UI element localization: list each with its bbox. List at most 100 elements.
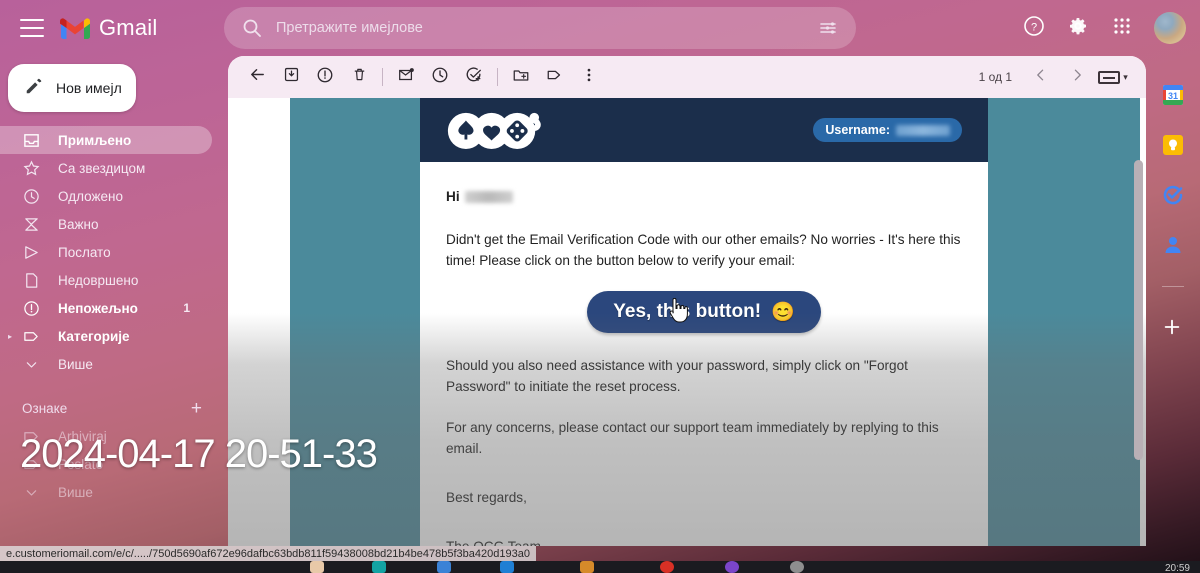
google-tasks-button[interactable] (1162, 184, 1184, 206)
sidebar-item-inbox[interactable]: Примљено (0, 126, 212, 154)
username-value-redacted (896, 124, 950, 136)
email-greeting: Hi (446, 186, 962, 207)
expand-caret-icon[interactable]: ▸ (8, 332, 12, 341)
compose-button[interactable]: Нов имејл (8, 64, 136, 112)
chevron-down-icon: ▾ (1123, 71, 1128, 82)
spam-icon (22, 299, 40, 317)
exclamation-circle-icon (316, 66, 334, 89)
taskbar-icon-files[interactable] (310, 561, 324, 573)
support-button[interactable]: ? (1016, 10, 1052, 46)
sidebar-item-label: Недовршено (58, 272, 139, 288)
keyboard-icon (1098, 70, 1121, 84)
username-label: Username: (825, 123, 890, 137)
sidebar-item-starred[interactable]: Са звездицом (0, 154, 212, 182)
folder-move-icon (512, 66, 530, 89)
label-item-poslato[interactable]: Poslato (0, 450, 212, 478)
sidebar-item-label: Непожељно (58, 300, 138, 316)
sidebar-item-more[interactable]: Више (0, 350, 212, 378)
mail-window: 1 од 1 ▾ Username: Hi Didn't get the Ema… (228, 56, 1146, 546)
keyboard-shortcuts-button[interactable]: ▾ (1096, 60, 1130, 94)
sidebar-item-label: Више (58, 356, 93, 372)
search-input[interactable] (276, 20, 818, 36)
hamburger-icon[interactable] (20, 19, 44, 37)
settings-button[interactable] (1060, 10, 1096, 46)
gmail-wordmark: Gmail (99, 15, 158, 40)
label-item-more[interactable]: Више (0, 478, 212, 506)
sidebar-item-label: Одложено (58, 188, 123, 204)
taskbar-icon-grey-app[interactable] (790, 561, 804, 573)
previous-page-button[interactable] (1024, 60, 1058, 94)
help-circle-icon: ? (1023, 15, 1045, 42)
tune-filter-icon[interactable] (818, 18, 838, 38)
email-card: Username: Hi Didn't get the Email Verifi… (420, 98, 988, 546)
archive-icon (283, 66, 300, 88)
mark-unread-button[interactable] (389, 60, 423, 94)
sidebar-item-categories[interactable]: ▸ Категорије (0, 322, 212, 350)
sidebar-item-important[interactable]: Важно (0, 210, 212, 238)
trash-icon (351, 66, 368, 88)
more-button[interactable] (572, 60, 606, 94)
email-backdrop-left (290, 98, 420, 546)
search-bar[interactable] (224, 7, 856, 49)
google-contacts-button[interactable] (1162, 234, 1184, 256)
clock-icon (431, 66, 449, 89)
pagination-count: 1 од 1 (978, 70, 1012, 84)
sidebar-item-sent[interactable]: Послато (0, 238, 212, 266)
back-button[interactable] (240, 60, 274, 94)
more-vertical-icon (580, 66, 598, 89)
taskbar-icon-orange-app[interactable] (580, 561, 594, 573)
google-calendar-button[interactable]: 31 (1162, 84, 1184, 106)
cta-wrapper: Yes, this button! 😊 (446, 291, 962, 333)
add-to-tasks-button[interactable] (457, 60, 491, 94)
move-to-button[interactable] (504, 60, 538, 94)
google-keep-button[interactable] (1162, 134, 1184, 156)
pencil-icon (24, 76, 44, 101)
draft-icon (22, 271, 40, 289)
sidebar-item-snoozed[interactable]: Одложено (0, 182, 212, 210)
report-spam-button[interactable] (308, 60, 342, 94)
taskbar-icon-teal-app[interactable] (372, 561, 386, 573)
account-avatar[interactable] (1154, 12, 1186, 44)
verify-email-button[interactable]: Yes, this button! 😊 (587, 291, 821, 333)
next-page-button[interactable] (1060, 60, 1094, 94)
chevron-down-icon (22, 483, 40, 501)
sidebar-item-drafts[interactable]: Недовршено (0, 266, 212, 294)
taskbar-icon-chrome[interactable] (660, 561, 674, 573)
system-clock: 20:59 (1164, 563, 1190, 573)
sidebar-nav: Примљено Са звездицом Одложено Важно Пос… (0, 126, 224, 378)
snooze-button[interactable] (423, 60, 457, 94)
email-brand-header: Username: (420, 98, 988, 162)
inbox-icon (22, 131, 40, 149)
apps-button[interactable] (1104, 10, 1140, 46)
labels-button[interactable] (538, 60, 572, 94)
label-item-label: Arhiviraj (58, 428, 107, 444)
email-content: Hi Didn't get the Email Verification Cod… (420, 162, 988, 546)
taskbar-icon-blue-app[interactable] (437, 561, 451, 573)
gmail-logo[interactable]: Gmail (60, 15, 157, 41)
chevron-right-icon (1069, 67, 1085, 88)
cta-label: Yes, this button! (613, 301, 762, 322)
add-app-button[interactable] (1162, 317, 1184, 339)
label-item-label: Poslato (58, 456, 104, 472)
sidebar: Нов имејл Примљено Са звездицом Одложено… (0, 56, 224, 546)
greeting-name-redacted (464, 190, 513, 203)
important-icon (22, 215, 40, 233)
create-label-button[interactable]: + (191, 399, 202, 418)
label-item-arhiviraj[interactable]: Arhiviraj (0, 422, 212, 450)
labels-list: Arhiviraj Poslato Више (0, 422, 224, 506)
sidebar-item-label: Са звездицом (58, 160, 146, 176)
os-taskbar: 20:59 (0, 561, 1200, 573)
toolbar-divider (497, 68, 498, 86)
mail-scrollbar[interactable] (1134, 160, 1143, 460)
greeting-prefix: Hi (446, 189, 460, 204)
username-pill: Username: (813, 118, 962, 142)
toolbar-divider (382, 68, 383, 86)
side-apps-panel: 31 (1146, 56, 1200, 546)
taskbar-icon-purple-app[interactable] (725, 561, 739, 573)
taskbar-icon-cyan-app[interactable] (500, 561, 514, 573)
label-icon (22, 455, 40, 473)
sidebar-item-spam[interactable]: Непожељно 1 (0, 294, 212, 322)
delete-button[interactable] (342, 60, 376, 94)
sidebar-item-label: Послато (58, 244, 111, 260)
archive-button[interactable] (274, 60, 308, 94)
